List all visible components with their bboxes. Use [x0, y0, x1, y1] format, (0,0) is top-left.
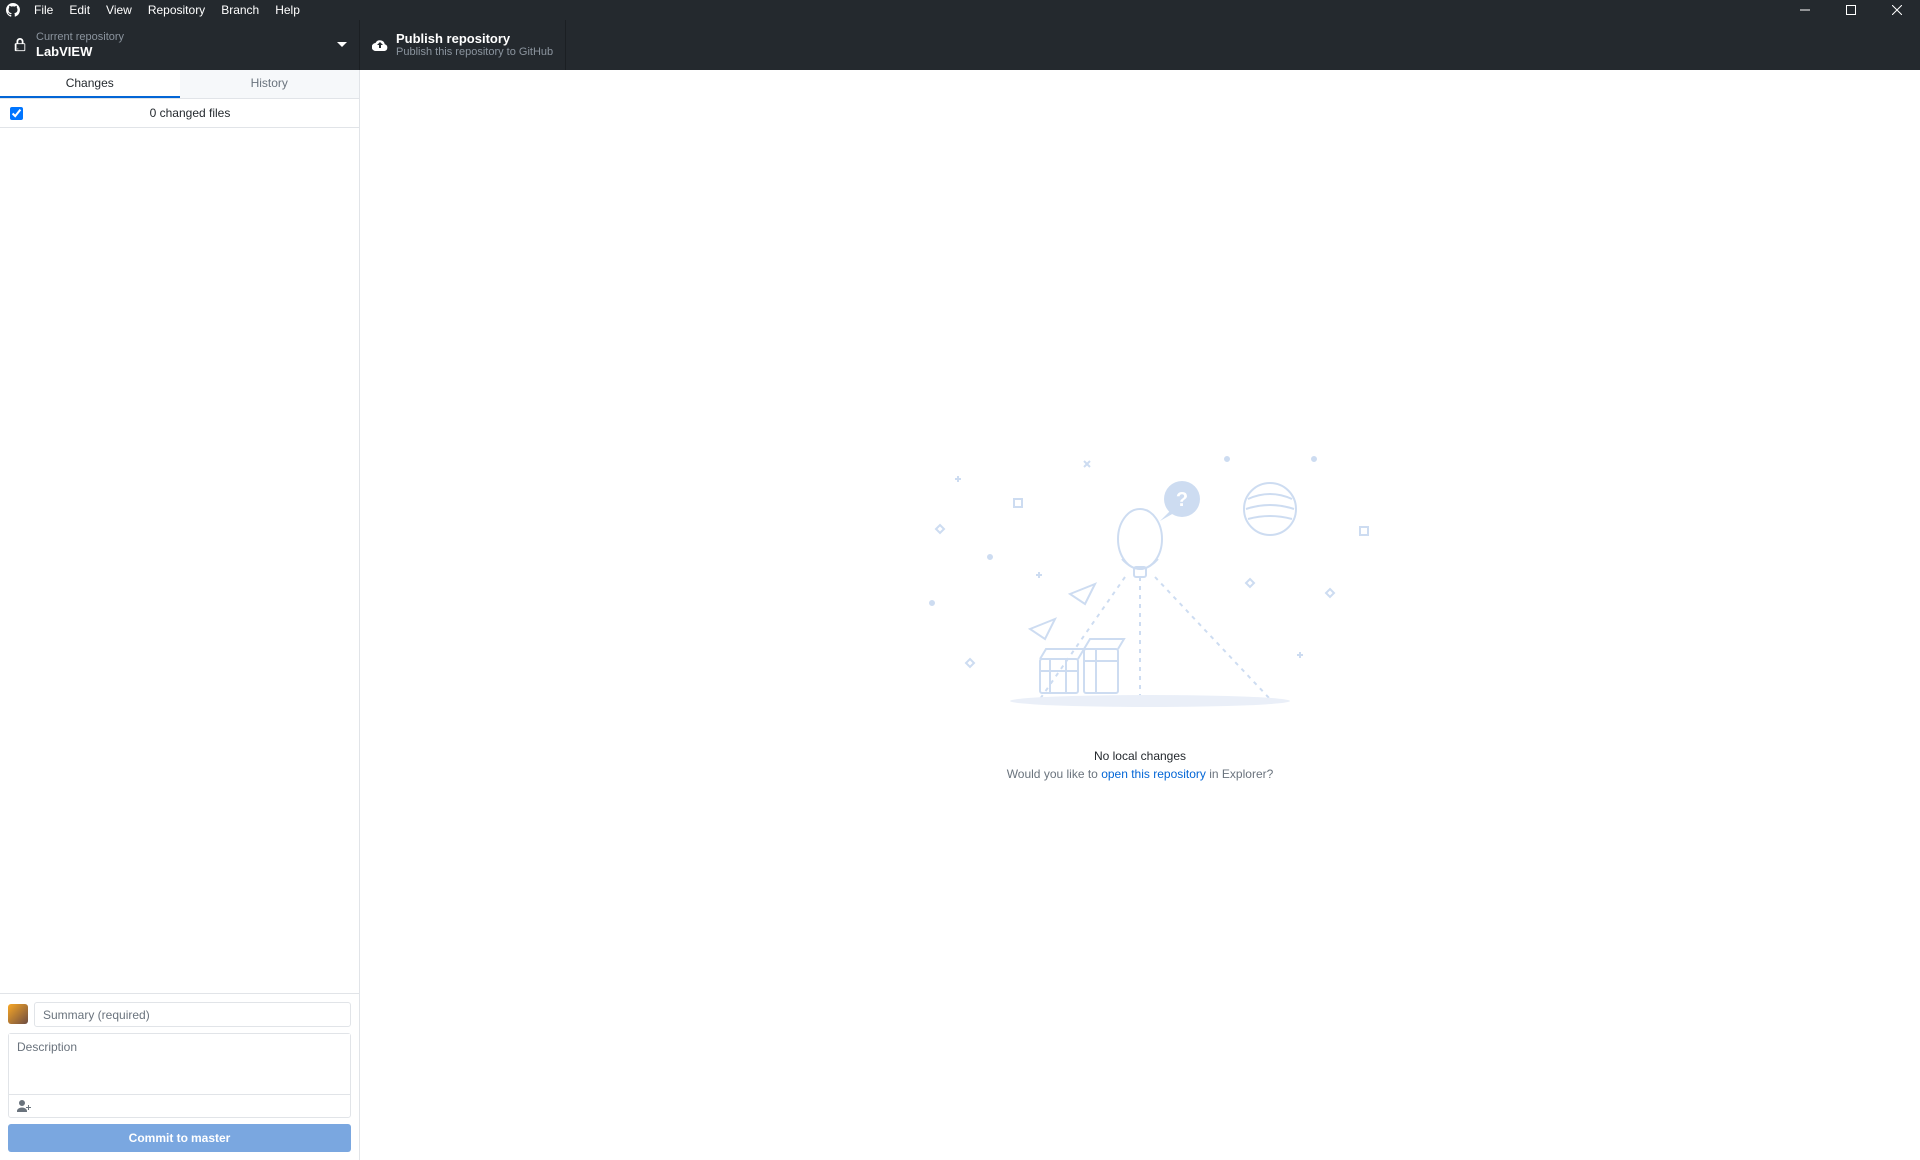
menu-file[interactable]: File: [26, 0, 61, 20]
empty-sub-suffix: in Explorer?: [1206, 767, 1273, 781]
empty-state-text: No local changes Would you like to open …: [1007, 749, 1274, 781]
menu-edit[interactable]: Edit: [61, 0, 98, 20]
commit-button[interactable]: Commit to master: [8, 1124, 351, 1152]
commit-summary-input[interactable]: [34, 1002, 351, 1027]
window-controls: [1782, 0, 1920, 20]
titlebar: File Edit View Repository Branch Help: [0, 0, 1920, 20]
publish-sub: Publish this repository to GitHub: [396, 46, 553, 59]
sidebar: Changes History 0 changed files C: [0, 70, 360, 1160]
commit-description-input[interactable]: [9, 1034, 350, 1094]
publish-text: Publish repository Publish this reposito…: [396, 31, 553, 60]
menu-view[interactable]: View: [98, 0, 140, 20]
main: Changes History 0 changed files C: [0, 70, 1920, 1160]
open-repository-link[interactable]: open this repository: [1101, 767, 1206, 781]
chevron-down-icon: [337, 42, 347, 48]
tab-history[interactable]: History: [180, 70, 360, 98]
empty-title: No local changes: [1007, 749, 1274, 763]
svg-text:?: ?: [1176, 489, 1188, 511]
github-logo-icon: [0, 3, 26, 17]
publish-repository-button[interactable]: Publish repository Publish this reposito…: [360, 20, 566, 70]
maximize-button[interactable]: [1828, 0, 1874, 20]
repo-label: Current repository: [36, 31, 124, 44]
toolbar: Current repository LabVIEW Publish repos…: [0, 20, 1920, 70]
add-coauthor-icon[interactable]: [15, 1098, 33, 1114]
changes-list: [0, 128, 359, 993]
description-toolbar: [9, 1094, 350, 1117]
menu-help[interactable]: Help: [267, 0, 308, 20]
menu-repository[interactable]: Repository: [140, 0, 213, 20]
commit-form: Commit to master: [0, 993, 359, 1160]
publish-title: Publish repository: [396, 31, 553, 47]
changes-header: 0 changed files: [0, 99, 359, 128]
empty-subtitle: Would you like to open this repository i…: [1007, 767, 1274, 781]
commit-button-branch: master: [191, 1131, 230, 1145]
changed-files-count: 0 changed files: [31, 106, 349, 120]
close-button[interactable]: [1874, 0, 1920, 20]
titlebar-left: File Edit View Repository Branch Help: [0, 0, 308, 20]
empty-sub-prefix: Would you like to: [1007, 767, 1102, 781]
repo-text: Current repository LabVIEW: [36, 31, 124, 60]
avatar: [8, 1004, 28, 1024]
current-repo-dropdown[interactable]: Current repository LabVIEW: [0, 20, 360, 70]
tabs: Changes History: [0, 70, 359, 99]
repo-name: LabVIEW: [36, 44, 124, 60]
tab-changes[interactable]: Changes: [0, 70, 180, 98]
menu-branch[interactable]: Branch: [213, 0, 267, 20]
minimize-button[interactable]: [1782, 0, 1828, 20]
cloud-upload-icon: [372, 37, 388, 53]
lock-icon: [12, 37, 28, 53]
select-all-checkbox[interactable]: [10, 107, 23, 120]
description-wrap: [8, 1033, 351, 1118]
commit-button-prefix: Commit to: [129, 1131, 188, 1145]
empty-illustration: ?: [890, 449, 1390, 729]
content: ?: [360, 70, 1920, 1160]
